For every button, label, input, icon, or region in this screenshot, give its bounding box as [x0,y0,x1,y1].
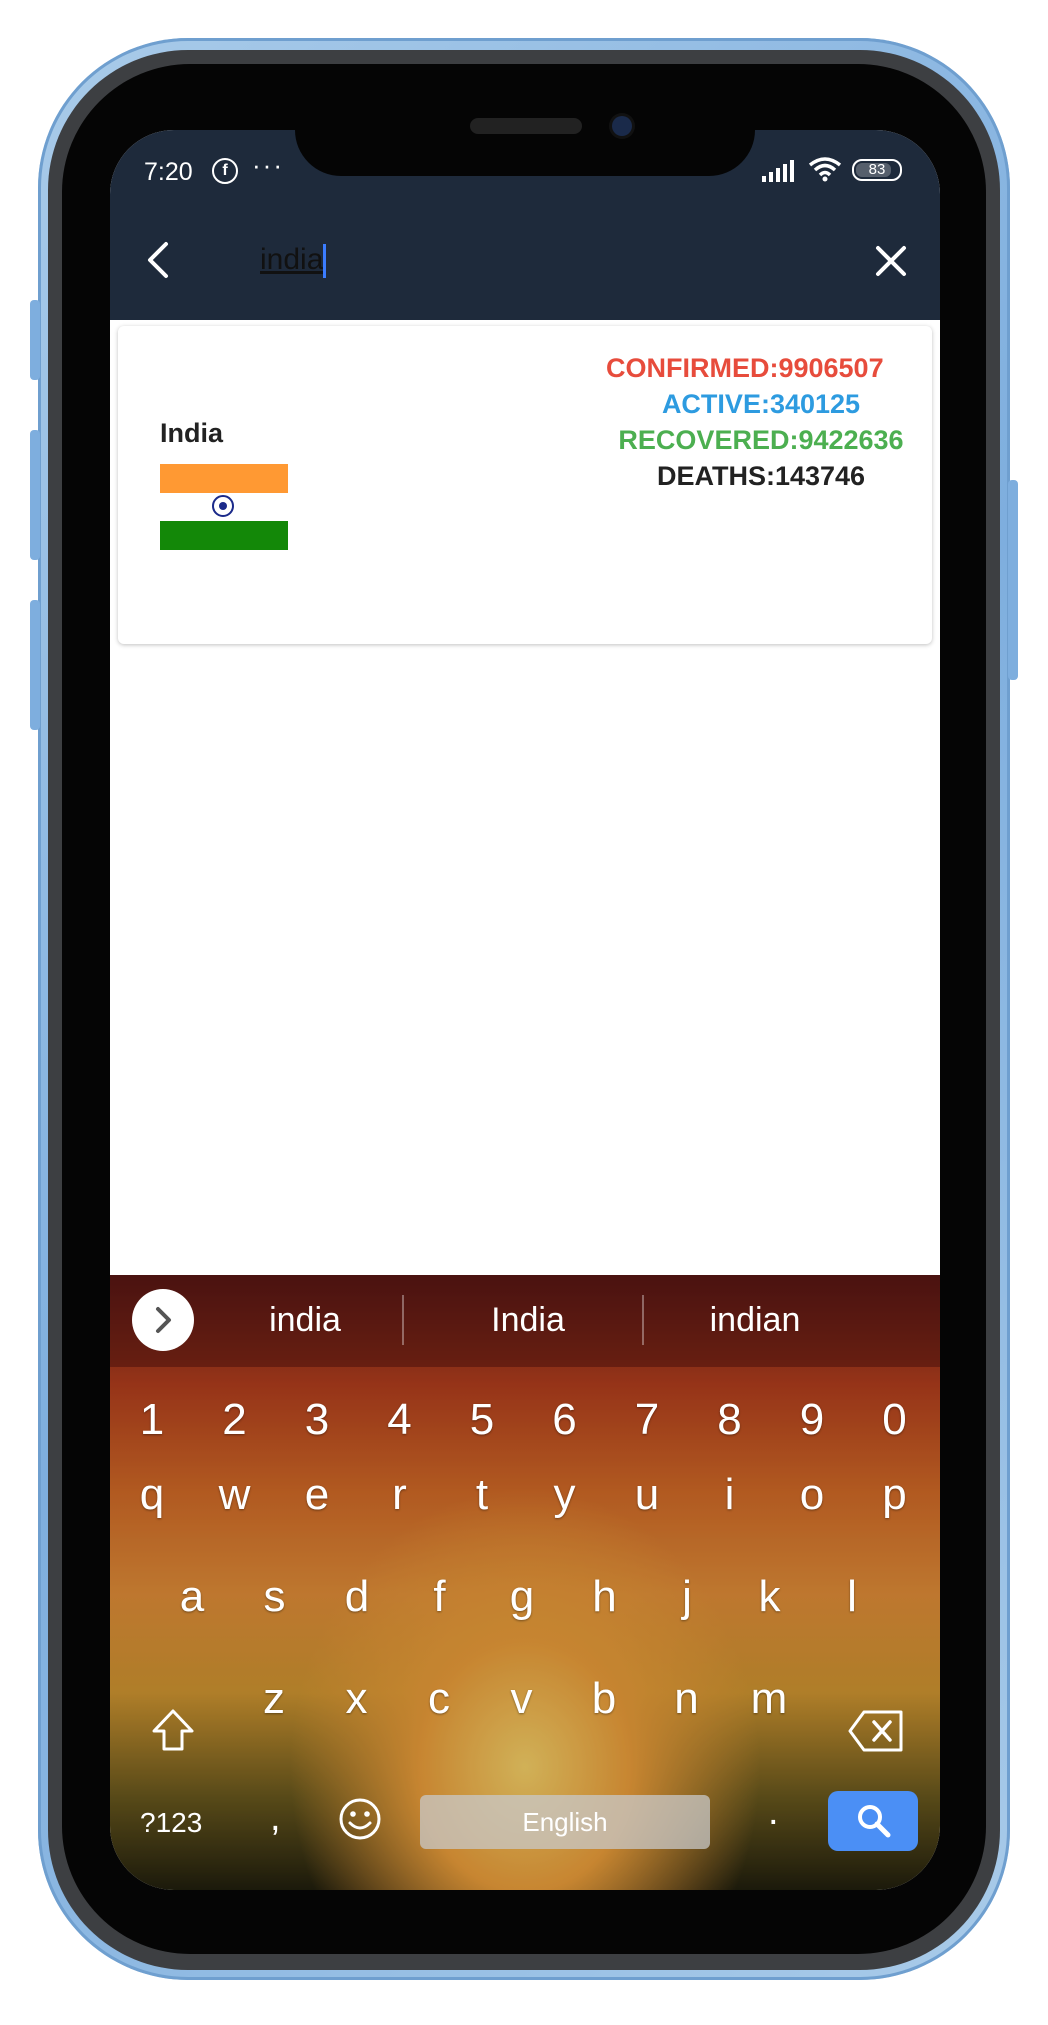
key-n[interactable]: n [647,1659,727,1739]
comma-key[interactable]: , [270,1797,281,1840]
volume-button [30,300,40,380]
key-7[interactable]: 7 [607,1380,687,1460]
search-header: india [110,200,940,320]
backspace-icon[interactable] [848,1709,904,1753]
chevron-right-icon [156,1307,171,1333]
suggestion-divider [402,1295,404,1345]
shift-icon[interactable] [150,1707,196,1753]
key-c[interactable]: c [399,1659,479,1739]
key-p[interactable]: p [855,1455,935,1535]
key-2[interactable]: 2 [195,1380,275,1460]
key-5[interactable]: 5 [442,1380,522,1460]
key-t[interactable]: t [442,1455,522,1535]
back-arrow-icon[interactable] [140,240,180,280]
deaths-count: DEATHS:143746 [656,461,866,491]
key-v[interactable]: v [482,1659,562,1739]
search-input[interactable]: india [260,238,680,282]
key-8[interactable]: 8 [690,1380,770,1460]
key-u[interactable]: u [607,1455,687,1535]
key-w[interactable]: w [195,1455,275,1535]
india-flag-icon [160,464,288,550]
key-z[interactable]: z [234,1659,314,1739]
wifi-icon [808,157,842,182]
suggestion-divider [642,1295,644,1345]
power-button [1008,480,1018,680]
soft-keyboard: india India indian 1234567890 qwertyuiop a… [110,1275,940,1890]
confirmed-count: CONFIRMED:9906507 [606,353,884,383]
screen: 7:20 f ··· 83 india India CONFIRMED:9906… [110,130,940,1890]
key-d[interactable]: d [317,1557,397,1637]
key-3[interactable]: 3 [277,1380,357,1460]
key-o[interactable]: o [772,1455,852,1535]
stats-block: CONFIRMED:9906507 ACTIVE:340125 RECOVERE… [606,350,916,494]
active-count: ACTIVE:340125 [661,389,861,419]
suggestion-2[interactable]: India [428,1301,628,1340]
emoji-icon[interactable] [338,1797,382,1841]
flag-band-bottom [160,521,288,550]
front-camera [612,116,632,136]
key-e[interactable]: e [277,1455,357,1535]
battery-icon: 83 [852,159,902,181]
key-i[interactable]: i [690,1455,770,1535]
key-x[interactable]: x [317,1659,397,1739]
key-g[interactable]: g [482,1557,562,1637]
suggestion-bar: india India indian [110,1275,940,1367]
key-r[interactable]: r [360,1455,440,1535]
signal-icon [762,160,794,182]
recovered-count: RECOVERED:9422636 [618,425,904,455]
key-1[interactable]: 1 [112,1380,192,1460]
key-k[interactable]: k [730,1557,810,1637]
volume-up-button [30,430,40,560]
more-notifications-icon: ··· [252,150,284,180]
key-b[interactable]: b [564,1659,644,1739]
country-card[interactable]: India CONFIRMED:9906507 ACTIVE:340125 RE… [118,326,932,644]
battery-percent: 83 [868,161,886,178]
flag-band-top [160,464,288,493]
key-a[interactable]: a [152,1557,232,1637]
key-4[interactable]: 4 [360,1380,440,1460]
key-h[interactable]: h [565,1557,645,1637]
speaker [470,118,582,134]
text-cursor [323,244,327,279]
status-time: 7:20 [144,158,193,186]
space-bar[interactable]: English [420,1795,710,1849]
key-f[interactable]: f [400,1557,480,1637]
clear-search-icon[interactable] [874,244,908,278]
period-key[interactable]: . [768,1791,779,1834]
key-l[interactable]: l [812,1557,892,1637]
search-input-value: india [260,243,324,276]
key-0[interactable]: 0 [855,1380,935,1460]
key-9[interactable]: 9 [772,1380,852,1460]
key-y[interactable]: y [525,1455,605,1535]
expand-toolbar-button[interactable] [132,1289,194,1351]
symbols-key[interactable]: ?123 [140,1807,202,1839]
key-6[interactable]: 6 [525,1380,605,1460]
key-m[interactable]: m [729,1659,809,1739]
search-key[interactable] [828,1791,918,1851]
volume-down-button [30,600,40,730]
key-q[interactable]: q [112,1455,192,1535]
suggestion-3[interactable]: indian [655,1301,855,1340]
key-j[interactable]: j [647,1557,727,1637]
notch [295,130,755,176]
key-s[interactable]: s [235,1557,315,1637]
facebook-icon: f [212,158,238,184]
suggestion-1[interactable]: india [205,1301,405,1340]
country-name: India [160,418,224,448]
search-icon [858,1805,891,1838]
ashoka-chakra-icon [212,495,234,517]
